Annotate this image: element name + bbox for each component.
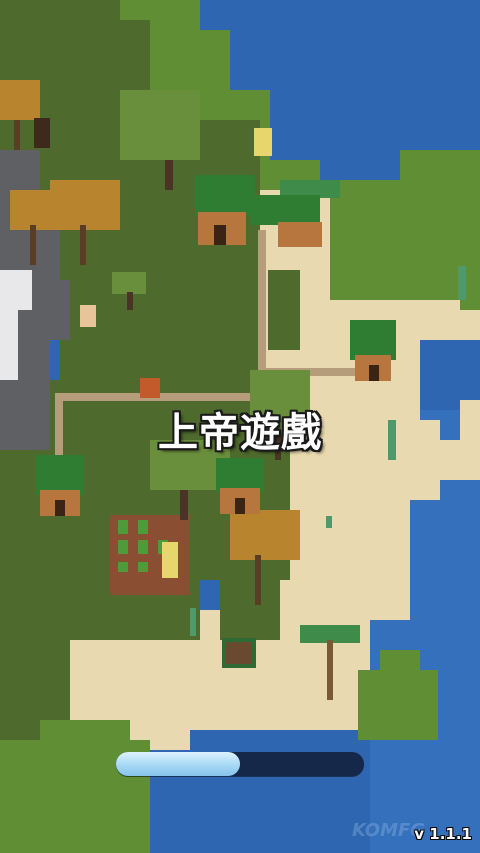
game-title: 上帝遊戲 <box>158 410 322 456</box>
game-screen: 上帝遊戲 KOMFG v 1.1.1 <box>0 0 480 853</box>
campfire <box>140 378 160 398</box>
version-label: v 1.1.1 <box>414 825 472 843</box>
loading-progress-bar <box>116 752 364 776</box>
loading-progress-fill <box>116 752 240 776</box>
